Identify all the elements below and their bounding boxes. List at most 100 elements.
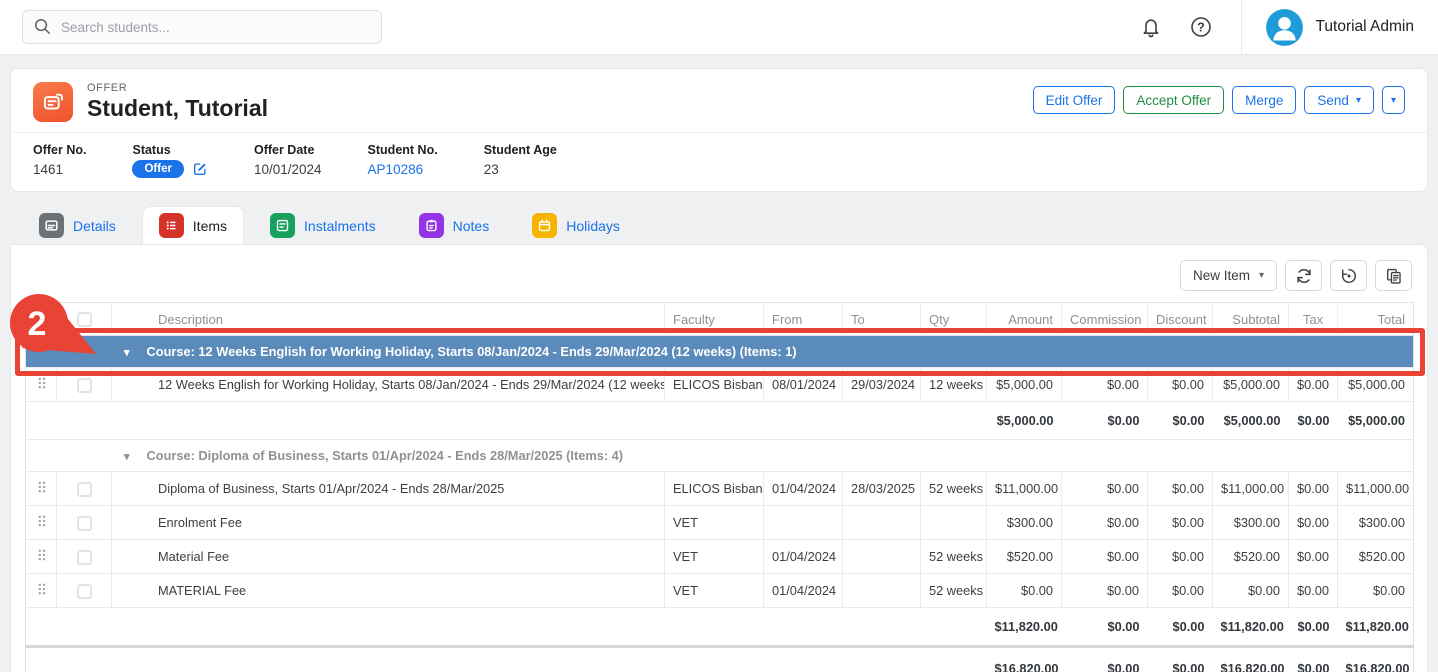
col-to: To [843,303,921,336]
item-row: Material FeeVET01/04/202452 weeks$520.00… [26,540,1414,574]
offer-tabs: Details Items Instalments Notes [10,206,1428,244]
drag-handle[interactable] [26,540,57,574]
cell-from [764,506,843,540]
cell-faculty: ELICOS Bisbane [665,368,764,402]
items-table: Description Faculty From To Qty Amount C… [25,302,1413,672]
cell-total: $5,000.00 [1338,368,1414,402]
cell-tax: $0.00 [1289,540,1338,574]
offer-card: OFFER Student, Tutorial Edit Offer Accep… [10,68,1428,192]
cell-subtotal: $11,000.00 [1213,472,1289,506]
edit-status-icon[interactable] [192,161,208,177]
group-totals-row-amount: $11,820.00 [987,608,1062,647]
col-total: Total [1338,303,1414,336]
cell-subtotal: $5,000.00 [1213,368,1289,402]
field-status: Status Offer [132,143,207,178]
cell-qty: 52 weeks [921,540,987,574]
student-no-link[interactable]: AP10286 [368,162,438,177]
holidays-calendar-icon [532,213,557,238]
tab-details[interactable]: Details [22,206,133,244]
notifications-bell-icon[interactable] [1139,15,1163,39]
drag-handle[interactable] [26,368,57,402]
row-checkbox[interactable] [77,584,92,599]
cell-total: $520.00 [1338,540,1414,574]
item-row: 12 Weeks English for Working Holiday, St… [26,368,1414,402]
group-collapse-caret[interactable]: ▾ [124,346,130,359]
copy-items-button[interactable] [1375,260,1412,291]
row-checkbox-cell [57,540,112,574]
cell-discount: $0.00 [1148,506,1213,540]
edit-offer-button[interactable]: Edit Offer [1033,86,1116,114]
help-icon[interactable]: ? [1189,15,1213,39]
col-tax: Tax [1289,303,1338,336]
select-all-checkbox[interactable] [77,312,92,327]
cell-amount: $5,000.00 [987,368,1062,402]
drag-handle-icon [36,375,47,391]
group-totals-row-amount: $5,000.00 [987,402,1062,440]
table-header-row: Description Faculty From To Qty Amount C… [26,303,1414,336]
accept-offer-button[interactable]: Accept Offer [1123,86,1224,114]
instalments-list-icon [270,213,295,238]
search-input[interactable] [22,10,382,44]
group-header-label: Course: Diploma of Business, Starts 01/A… [147,448,624,463]
chevron-down-icon: ▾ [1391,95,1396,106]
row-checkbox[interactable] [77,378,92,393]
more-actions-button[interactable]: ▾ [1382,86,1405,114]
topbar-divider [1241,0,1242,55]
cell-commission: $0.00 [1062,506,1148,540]
cell-tax: $0.00 [1289,574,1338,608]
item-row: MATERIAL FeeVET01/04/202452 weeks$0.00$0… [26,574,1414,608]
cell-amount: $520.00 [987,540,1062,574]
group-collapse-caret[interactable]: ▾ [124,450,130,463]
drag-handle[interactable] [26,574,57,608]
grand-totals-row-subtotal: $16,820.00 [1213,647,1289,672]
group-totals-row-tax: $0.00 [1289,608,1338,647]
user-name: Tutorial Admin [1316,18,1415,36]
cell-to: 28/03/2025 [843,472,921,506]
refresh-button[interactable] [1285,260,1322,291]
col-discount: Discount [1148,303,1213,336]
chevron-down-icon: ▾ [1259,270,1264,281]
cell-amount: $11,000.00 [987,472,1062,506]
col-qty: Qty [921,303,987,336]
cell-qty: 52 weeks [921,472,987,506]
row-checkbox[interactable] [77,516,92,531]
send-button[interactable]: Send▾ [1304,86,1374,114]
cell-description: Diploma of Business, Starts 01/Apr/2024 … [112,472,665,506]
notes-clipboard-icon [419,213,444,238]
drag-handle[interactable] [26,472,57,506]
cell-from: 01/04/2024 [764,574,843,608]
group-totals-row-commission: $0.00 [1062,608,1148,647]
cell-qty: 12 weeks [921,368,987,402]
col-faculty: Faculty [665,303,764,336]
cell-description: 12 Weeks English for Working Holiday, St… [112,368,665,402]
col-commission: Commission [1062,303,1148,336]
offer-document-icon [33,82,73,122]
person-icon [1266,9,1303,46]
cell-to [843,574,921,608]
cell-tax: $0.00 [1289,368,1338,402]
cell-from: 08/01/2024 [764,368,843,402]
svg-text:?: ? [1197,20,1205,34]
cell-qty [921,506,987,540]
group-totals-row: $11,820.00$0.00$0.00$11,820.00$0.00$11,8… [26,608,1414,647]
cell-subtotal: $520.00 [1213,540,1289,574]
tab-notes[interactable]: Notes [402,206,507,244]
row-checkbox-cell [57,574,112,608]
tab-items[interactable]: Items [142,206,244,244]
page-title: Student, Tutorial [87,95,268,122]
cell-faculty: ELICOS Bisbane [665,472,764,506]
new-item-button[interactable]: New Item▾ [1180,260,1277,291]
row-checkbox[interactable] [77,550,92,565]
user-avatar[interactable] [1266,9,1303,46]
tab-instalments[interactable]: Instalments [253,206,393,244]
cell-from: 01/04/2024 [764,472,843,506]
cell-from: 01/04/2024 [764,540,843,574]
history-button[interactable] [1330,260,1367,291]
tab-holidays[interactable]: Holidays [515,206,637,244]
row-checkbox[interactable] [77,482,92,497]
student-search [22,10,382,44]
drag-handle-icon [36,479,47,495]
merge-button[interactable]: Merge [1232,86,1296,114]
drag-handle[interactable] [26,506,57,540]
cell-to [843,506,921,540]
